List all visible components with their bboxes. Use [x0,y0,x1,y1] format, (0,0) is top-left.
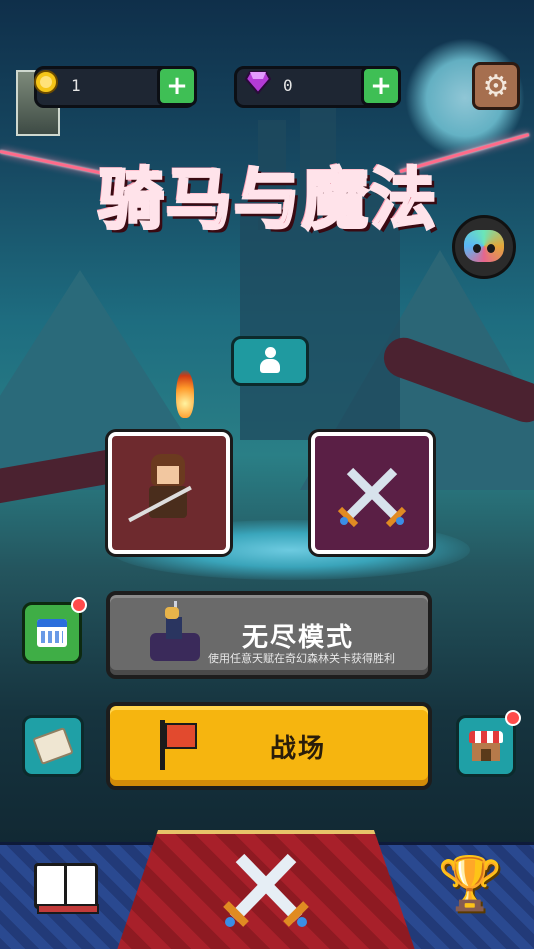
hero-select-card[interactable] [108,432,230,554]
torch-flame [176,370,194,418]
battle-nav-button[interactable] [216,842,316,934]
crossed-swords-icon [315,436,429,550]
game-title: 骑马与魔法 [97,160,438,240]
game-main-menu: 1 + 0 + ⚙ 骑马与魔法 无尽模式 使用任意天赋在奇幻森林关卡获得胜利 战… [0,0,534,949]
profile-button[interactable] [231,336,309,386]
endless-mode-button[interactable]: 无尽模式 使用任意天赋在奇幻森林关卡获得胜利 [106,591,432,679]
gold-value: 1 [71,76,81,95]
leaderboard-button[interactable]: 🏆 [437,852,503,914]
quest-scroll-button[interactable] [22,715,84,777]
user-icon [259,347,281,375]
battle-label: 战场 [270,734,327,764]
gem-bar: 0 + [234,66,401,108]
gem-value: 0 [283,76,293,95]
pvp-card[interactable] [311,432,433,554]
gear-icon: ⚙ [482,68,510,104]
gold-bar: 1 + [31,66,197,108]
settings-button[interactable]: ⚙ [472,62,520,110]
shop-icon [469,731,503,761]
codex-book-button[interactable] [34,862,99,914]
notification-dot [71,597,87,613]
flag-icon [158,720,198,770]
add-gold-button[interactable]: + [157,66,197,106]
battle-button[interactable]: 战场 [106,702,432,790]
hero-character-icon [128,454,192,524]
endless-mode-title: 无尽模式 [242,623,355,653]
mounted-knight-icon [150,601,200,667]
crossed-swords-icon [223,853,309,927]
daily-calendar-button[interactable] [22,597,87,664]
discord-button[interactable] [452,215,516,279]
shop-button[interactable] [456,710,521,777]
trophy-icon: 🏆 [437,853,503,914]
discord-icon [464,230,504,262]
purple-gem-icon [243,67,273,97]
endless-mode-subtitle: 使用任意天赋在奇幻森林关卡获得胜利 [208,652,395,665]
add-gems-button[interactable]: + [361,66,401,106]
notification-dot [505,710,521,726]
calendar-icon [37,619,67,647]
gold-coin-icon [31,67,61,97]
book-icon [34,863,99,914]
scroll-icon [32,727,74,765]
